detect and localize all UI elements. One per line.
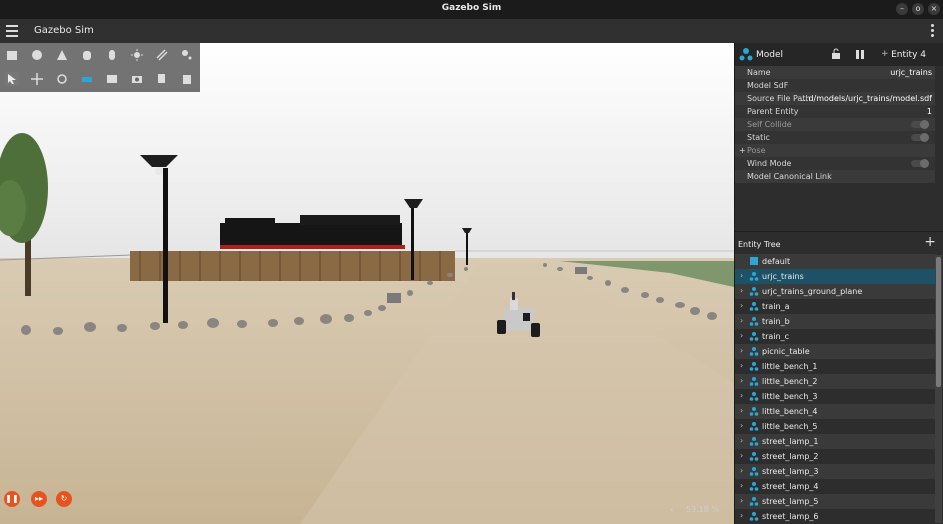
model-icon: [749, 392, 759, 401]
prop-static: Static: [735, 131, 935, 144]
rotate-tool-icon[interactable]: [55, 72, 69, 86]
model-icon: [749, 347, 759, 356]
tree-item-street-lamp-1[interactable]: › street_lamp_1: [735, 434, 935, 449]
component-inspector-header: Model + Entity 4: [735, 43, 943, 66]
model-icon: [749, 287, 759, 296]
pause-icon[interactable]: [855, 50, 865, 59]
model-icon: [749, 422, 759, 431]
menu-icon[interactable]: [6, 25, 18, 37]
model-icon: [749, 407, 759, 416]
grid-tool-icon[interactable]: [80, 72, 94, 86]
model-icon: [749, 302, 759, 311]
prop-model-sdf: Model SdF: [735, 79, 935, 92]
model-icon: [749, 317, 759, 326]
add-entity-button[interactable]: +: [924, 234, 936, 250]
entity-tree-scrollbar[interactable]: [935, 255, 942, 523]
tree-item-little-bench-5[interactable]: › little_bench_5: [735, 419, 935, 434]
entity-tree-header: Entity Tree +: [735, 231, 943, 254]
box-shape-icon[interactable]: [5, 48, 19, 62]
prop-model-canonical-link: Model Canonical Link: [735, 170, 935, 183]
tree-item-little-bench-4[interactable]: › little_bench_4: [735, 404, 935, 419]
prop-source-file-path: Source File Path ...d/models/urjc_trains/…: [735, 92, 935, 105]
rtf-expand-icon[interactable]: ‹: [670, 505, 673, 514]
screenshot-tool-icon[interactable]: [105, 72, 119, 86]
tree-item-little-bench-3[interactable]: › little_bench_3: [735, 389, 935, 404]
model-icon: [749, 497, 759, 506]
app-title: Gazebo Sim: [34, 25, 94, 36]
tree-item-default[interactable]: default: [735, 254, 935, 269]
app-bar: Gazebo Sim: [0, 19, 943, 43]
close-button[interactable]: ×: [928, 3, 940, 15]
component-label: Model: [756, 50, 784, 60]
select-tool-icon[interactable]: [5, 72, 19, 86]
paste-tool-icon[interactable]: [180, 72, 194, 86]
world-icon: [750, 257, 758, 265]
tree-item-street-lamp-6[interactable]: › street_lamp_6: [735, 509, 935, 524]
sun-light-icon[interactable]: [130, 48, 144, 62]
more-options-icon[interactable]: [931, 24, 935, 38]
scene-toolbar: [0, 43, 200, 92]
translate-tool-icon[interactable]: [30, 72, 44, 86]
cone-shape-icon[interactable]: [55, 48, 69, 62]
entity-id: Entity 4: [891, 50, 926, 60]
lock-icon[interactable]: [831, 48, 841, 59]
sphere-shape-icon[interactable]: [30, 48, 44, 62]
tree-item-train-c[interactable]: › train_c: [735, 329, 935, 344]
capsule-shape-icon[interactable]: [105, 48, 119, 62]
real-time-factor: ‹ 53.18 %: [670, 505, 719, 514]
model-icon: [749, 437, 759, 446]
tree-item-street-lamp-3[interactable]: › street_lamp_3: [735, 464, 935, 479]
tree-item-urjc-trains-ground-plane[interactable]: › urjc_trains_ground_plane: [735, 284, 935, 299]
right-panel: Model + Entity 4 Name urjc_trains Model S…: [734, 43, 943, 524]
tree-item-little-bench-2[interactable]: › little_bench_2: [735, 374, 935, 389]
model-icon: [749, 482, 759, 491]
prop-parent-entity: Parent Entity 1: [735, 105, 935, 118]
model-icon: [749, 332, 759, 341]
model-icon: [749, 467, 759, 476]
tree-item-train-b[interactable]: › train_b: [735, 314, 935, 329]
tree-item-train-a[interactable]: › train_a: [735, 299, 935, 314]
prop-pose[interactable]: + Pose: [735, 144, 935, 157]
prop-wind-mode: Wind Mode: [735, 157, 935, 170]
maximize-button[interactable]: o: [912, 3, 924, 15]
window-titlebar: Gazebo Sim – o ×: [0, 0, 943, 19]
step-button[interactable]: ▸▸: [31, 491, 47, 507]
tree-item-street-lamp-4[interactable]: › street_lamp_4: [735, 479, 935, 494]
model-icon: [749, 377, 759, 386]
play-pause-button[interactable]: ❚❚: [4, 491, 20, 507]
tree-item-street-lamp-2[interactable]: › street_lamp_2: [735, 449, 935, 464]
scrollbar-thumb[interactable]: [936, 257, 941, 387]
self-collide-toggle[interactable]: [911, 120, 929, 129]
3d-scene-viewport[interactable]: [0, 43, 734, 524]
static-toggle[interactable]: [911, 133, 929, 142]
model-icon: [749, 362, 759, 371]
wind-mode-toggle[interactable]: [911, 159, 929, 168]
reset-button[interactable]: ↻: [56, 491, 72, 507]
model-icon: [749, 452, 759, 461]
spot-light-icon[interactable]: [180, 48, 194, 62]
add-component-button[interactable]: +: [881, 49, 889, 59]
tree-item-urjc-trains[interactable]: › urjc_trains: [735, 269, 935, 284]
directional-light-icon[interactable]: [155, 48, 169, 62]
entity-tree-title: Entity Tree: [738, 240, 781, 249]
prop-self-collide: Self Collide: [735, 118, 935, 131]
window-title: Gazebo Sim: [441, 3, 502, 13]
model-icon: [749, 272, 759, 281]
tree-item-street-lamp-5[interactable]: › street_lamp_5: [735, 494, 935, 509]
model-icon: [739, 48, 753, 61]
prop-name: Name urjc_trains: [735, 66, 935, 79]
camera-tool-icon[interactable]: [130, 72, 144, 86]
tree-item-picnic-table[interactable]: › picnic_table: [735, 344, 935, 359]
copy-tool-icon[interactable]: [155, 72, 169, 86]
tree-item-little-bench-1[interactable]: › little_bench_1: [735, 359, 935, 374]
cylinder-shape-icon[interactable]: [80, 48, 94, 62]
model-icon: [749, 512, 759, 521]
minimize-button[interactable]: –: [896, 3, 908, 15]
rtf-value: 53.18 %: [685, 505, 719, 514]
pose-expand-icon[interactable]: +: [739, 146, 746, 155]
